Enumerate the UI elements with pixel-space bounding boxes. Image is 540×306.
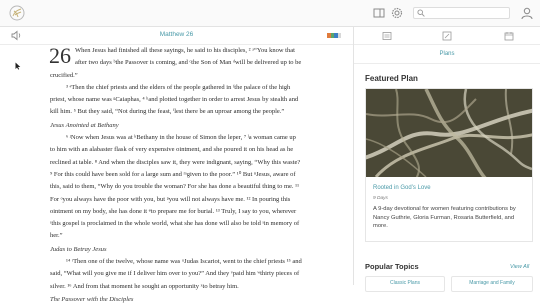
search-icon xyxy=(417,9,425,17)
sidebar-tabs xyxy=(354,27,540,45)
section-heading: Judas to Betray Jesus xyxy=(50,245,107,253)
verse-paragraph[interactable]: ¹⁴ ᵗThen one of the twelve, whose name w… xyxy=(50,256,302,293)
featured-plan-heading: Featured Plan xyxy=(365,74,418,83)
topic-chip[interactable]: Classic Plans xyxy=(365,276,445,292)
featured-plan-description: A 9-day devotional for women featuring c… xyxy=(373,206,516,230)
top-bar xyxy=(0,0,540,27)
view-all-link[interactable]: View All xyxy=(510,264,529,270)
chapter-reference-button[interactable]: Matthew 26 xyxy=(0,31,353,38)
featured-plan-title[interactable]: Rooted in God’s Love xyxy=(373,185,431,191)
app-logo-icon[interactable] xyxy=(9,5,25,21)
user-account-icon[interactable] xyxy=(520,6,534,20)
popular-topics-heading: Popular Topics xyxy=(365,262,419,271)
search-input[interactable] xyxy=(413,7,510,19)
featured-plan-duration: 9 Days xyxy=(373,196,388,201)
verse-paragraph[interactable]: ³ ᵉThen the chief priests and the elders… xyxy=(50,82,302,119)
verse-paragraph[interactable]: ⁶ ʲNow when Jesus was at ᵏBethany in the… xyxy=(50,132,302,243)
tab-plans[interactable]: Plans xyxy=(354,45,540,64)
edit-pencil-icon[interactable] xyxy=(442,31,452,41)
section-heading: The Passover with the Disciples xyxy=(50,295,134,303)
featured-plan-card[interactable]: Rooted in God’s Love 9 Days A 9-day devo… xyxy=(365,88,533,242)
chapter-number: 26 xyxy=(49,43,71,68)
featured-plan-image[interactable] xyxy=(366,89,532,177)
version-selector-icon[interactable] xyxy=(327,33,341,38)
section-heading: Jesus Anointed at Bethany xyxy=(50,121,119,129)
verse-paragraph[interactable]: 26 When Jesus had finished all these sayi… xyxy=(49,43,302,82)
reader-layout-icon[interactable] xyxy=(372,6,386,20)
calendar-icon[interactable] xyxy=(504,31,514,41)
scripture-text: 26 When Jesus had finished all these sayi… xyxy=(49,43,302,306)
mouse-cursor-icon xyxy=(15,62,21,70)
topic-chip[interactable]: Marriage and Family xyxy=(451,276,533,292)
notes-list-icon[interactable] xyxy=(382,31,392,41)
settings-gear-icon[interactable] xyxy=(390,6,404,20)
panel-divider xyxy=(353,27,354,285)
